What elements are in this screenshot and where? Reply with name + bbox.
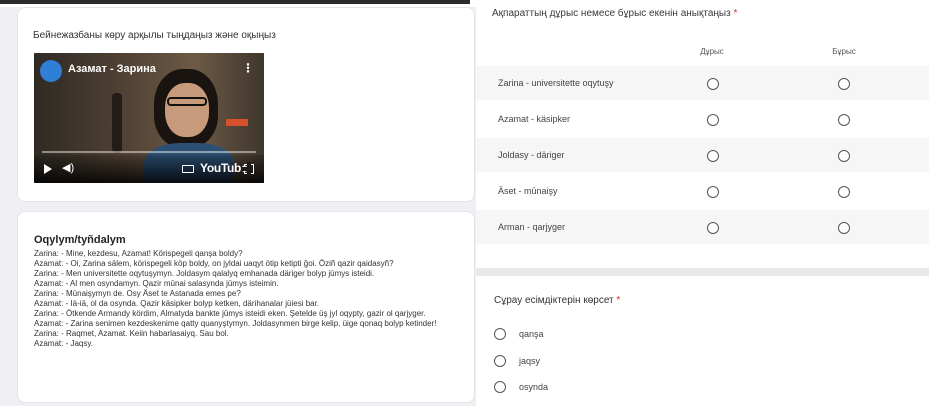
captions-icon[interactable] xyxy=(182,165,194,173)
dialogue-line: Azamat: - Al men osyndamyn. Qazir mūnai … xyxy=(34,279,279,288)
video-controls-bar: ◀) YouTube xyxy=(34,155,264,183)
video-person-face xyxy=(165,83,209,137)
menu-kebab-icon[interactable]: ⋮ xyxy=(242,62,254,74)
column-header-correct: Дұрыс xyxy=(700,47,724,56)
video-background-figure xyxy=(112,93,122,153)
grid-row: Joldasy - däriger xyxy=(476,138,929,172)
grid-radio-correct[interactable] xyxy=(707,78,719,90)
dialogue-line: Zarina: - Mine, kezdesu, Azamat! Körіspe… xyxy=(34,249,243,258)
reading-dialogue: Zarina: - Mine, kezdesu, Azamat! Körіspe… xyxy=(34,249,466,349)
top-edge xyxy=(0,0,476,7)
choice-radio[interactable] xyxy=(494,328,506,340)
grid-row: Zarina - universitette oqytuşy xyxy=(476,66,929,100)
required-mark: * xyxy=(733,8,738,19)
grid-radio-correct[interactable] xyxy=(707,222,719,234)
youtube-video-player[interactable]: Азамат - Зарина ⋮ ◀) YouTube xyxy=(34,53,264,183)
dialogue-line: Azamat: - Oi, Zarina sälem, körіspegeli … xyxy=(34,259,394,268)
video-progress-bar[interactable] xyxy=(42,151,256,153)
reading-text-card: Oqylym/tyñdalym Zarina: - Mine, kezdesu,… xyxy=(18,212,474,402)
grid-question-title: Ақпараттың дұрыс немесе бұрыс екенін аны… xyxy=(492,8,737,19)
choice-question-text: Сұрау есімдіктерін көрсет xyxy=(494,295,614,306)
top-edge-bar xyxy=(0,0,470,4)
video-scene-tag xyxy=(226,119,248,126)
left-form-pane: Бейнежазбаны көру арқылы тыңдаңыз және о… xyxy=(0,0,476,406)
grid-radio-incorrect[interactable] xyxy=(838,222,850,234)
grid-row-label: Joldasy - däriger xyxy=(498,150,565,160)
video-section-heading: Бейнежазбаны көру арқылы тыңдаңыз және о… xyxy=(33,30,276,41)
grid-radio-incorrect[interactable] xyxy=(838,78,850,90)
grid-row-label: Äset - mūnaişy xyxy=(498,186,558,196)
grid-radio-correct[interactable] xyxy=(707,114,719,126)
grid-row: Azamat - käsipker xyxy=(476,102,929,136)
dialogue-line: Azamat: - Jaqsy. xyxy=(34,339,93,348)
grid-radio-correct[interactable] xyxy=(707,150,719,162)
volume-icon[interactable]: ◀) xyxy=(62,161,74,174)
grid-radio-incorrect[interactable] xyxy=(838,186,850,198)
grid-question-text: Ақпараттың дұрыс немесе бұрыс екенін аны… xyxy=(492,8,731,19)
grid-radio-correct[interactable] xyxy=(707,186,719,198)
video-person-glasses xyxy=(167,97,207,106)
column-header-incorrect: Бұрыс xyxy=(832,47,856,56)
choice-option-label: jaqsy xyxy=(519,356,541,366)
channel-avatar[interactable] xyxy=(40,60,62,82)
grid-row-label: Azamat - käsipker xyxy=(498,114,571,124)
dialogue-line: Zarina: - Ötkende Armandy kördіm, Almaty… xyxy=(34,309,426,318)
choice-radio[interactable] xyxy=(494,381,506,393)
dialogue-line: Zarina: - Mūnaişymyn de. Osy Äset te Ast… xyxy=(34,289,241,298)
dialogue-line: Zarina: - Men universitette oqytuşymyn. … xyxy=(34,269,375,278)
grid-radio-incorrect[interactable] xyxy=(838,114,850,126)
choice-question-card: Сұрау есімдіктерін көрсет * qanşa jaqsy … xyxy=(476,276,929,406)
dialogue-line: Zarina: - Raqmet, Azamat. Keiin habarlas… xyxy=(34,329,229,338)
video-title[interactable]: Азамат - Зарина xyxy=(68,63,156,75)
dialogue-line: Azamat: - Iä-iä, ol da osynda. Qazir käs… xyxy=(34,299,320,308)
choice-radio[interactable] xyxy=(494,355,506,367)
grid-radio-incorrect[interactable] xyxy=(838,150,850,162)
grid-row-label: Arman - qarjyger xyxy=(498,222,566,232)
reading-title: Oqylym/tyñdalym xyxy=(34,234,126,246)
grid-row: Arman - qarjyger xyxy=(476,210,929,244)
play-icon[interactable] xyxy=(44,164,52,174)
fullscreen-icon-gap xyxy=(247,162,251,176)
choice-option-label: osynda xyxy=(519,382,549,392)
dialogue-line: Azamat: - Zarina senimen kezdeskenime qa… xyxy=(34,319,437,328)
grid-row: Äset - mūnaişy xyxy=(476,174,929,208)
video-section-card: Бейнежазбаны көру арқылы тыңдаңыз және о… xyxy=(18,8,474,201)
grid-row-label: Zarina - universitette oqytuşy xyxy=(498,78,614,88)
choice-question-title: Сұрау есімдіктерін көрсет * xyxy=(494,295,620,306)
choice-option-label: qanşa xyxy=(519,329,544,339)
required-mark: * xyxy=(616,295,621,306)
